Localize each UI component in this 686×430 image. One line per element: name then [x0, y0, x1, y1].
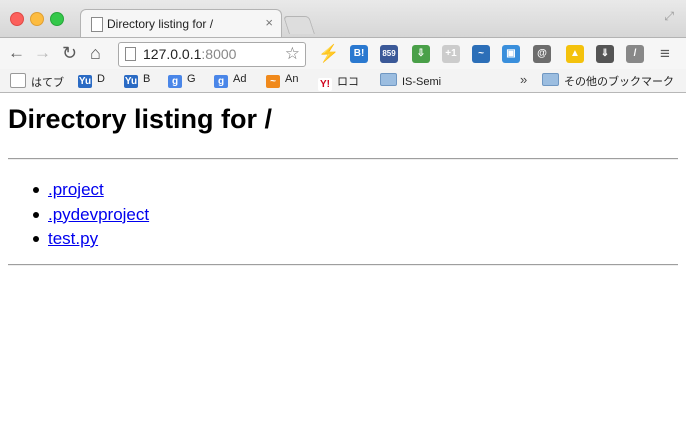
bookmark-an[interactable]: ~ An	[266, 73, 298, 88]
lightning-extension-icon[interactable]: ⚡	[318, 45, 339, 63]
google-icon: g	[214, 75, 228, 88]
download-extension-icon[interactable]: ⇩	[412, 45, 430, 63]
facebook-like-extension-icon[interactable]: 859	[380, 45, 398, 63]
bookmark-ad[interactable]: g Ad	[214, 73, 246, 88]
reload-button[interactable]: ↻	[62, 42, 77, 64]
browser-tab[interactable]: Directory listing for / ×	[80, 9, 282, 38]
back-button[interactable]: ←	[8, 42, 25, 64]
minimize-window-button[interactable]	[30, 12, 44, 26]
new-tab-button[interactable]	[283, 16, 315, 34]
list-item: .project	[32, 178, 149, 203]
page-icon	[91, 17, 103, 32]
address-url: 127.0.0.1:8000	[143, 46, 237, 62]
file-link-pydevproject[interactable]: .pydevproject	[48, 205, 149, 224]
home-button[interactable]: ⌂	[90, 42, 101, 64]
file-link-project[interactable]: .project	[48, 180, 104, 199]
file-link-test-py[interactable]: test.py	[48, 229, 98, 248]
list-item: test.py	[32, 227, 149, 252]
fullscreen-icon[interactable]: ⤢	[664, 9, 674, 24]
file-list: .project .pydevproject test.py	[32, 178, 149, 252]
folder-icon	[542, 73, 559, 86]
title-bar: Directory listing for / × ⤢	[0, 0, 686, 38]
more-bookmarks-icon[interactable]: »	[520, 72, 527, 87]
plus-one-extension-icon[interactable]: +1	[442, 45, 460, 63]
list-item: .pydevproject	[32, 203, 149, 228]
bookmark-star-icon[interactable]: ☆	[285, 44, 300, 64]
chart-extension-icon[interactable]: ~	[472, 45, 490, 63]
bookmark-loco[interactable]: Y! ロコ	[318, 73, 359, 91]
folder-icon	[380, 73, 397, 86]
close-window-button[interactable]	[10, 12, 24, 26]
analytics-icon: ~	[266, 75, 280, 88]
zoom-window-button[interactable]	[50, 12, 64, 26]
other-bookmarks-folder[interactable]: その他のブックマーク	[542, 73, 674, 89]
menu-icon[interactable]: ≡	[660, 43, 670, 65]
page-icon	[10, 73, 26, 88]
forward-button[interactable]: →	[34, 42, 51, 64]
close-tab-icon[interactable]: ×	[265, 15, 273, 30]
page-icon	[125, 47, 136, 61]
bookmark-b[interactable]: Yu B	[124, 73, 150, 88]
address-bar[interactable]: 127.0.0.1:8000 ☆	[118, 42, 306, 67]
bookmark-folder-is-semi[interactable]: IS-Semi	[380, 73, 441, 88]
bookmarks-bar: はてブ Yu D Yu B gG g Ad ~ An Y! ロコ IS-Semi » その…	[0, 69, 686, 93]
yu-icon: Yu	[124, 75, 138, 88]
divider	[8, 158, 678, 160]
mail-extension-icon[interactable]: @	[533, 45, 551, 63]
eyedropper-extension-icon[interactable]: /	[626, 45, 644, 63]
google-icon: g	[168, 75, 182, 88]
screenshot-extension-icon[interactable]: ▣	[502, 45, 520, 63]
page-title: Directory listing for /	[8, 104, 273, 134]
bookmark-g[interactable]: gG	[168, 73, 196, 88]
sort-download-extension-icon[interactable]: ⇓	[596, 45, 614, 63]
drive-extension-icon[interactable]: ▲	[566, 45, 584, 63]
yahoo-icon: Y!	[318, 78, 332, 91]
bookmark-hatebu[interactable]: はてブ	[10, 73, 64, 90]
yu-icon: Yu	[78, 75, 92, 88]
hatena-bookmark-extension-icon[interactable]: B!	[350, 45, 368, 63]
tab-title: Directory listing for /	[107, 17, 214, 31]
divider	[8, 264, 678, 266]
browser-toolbar: ← → ↻ ⌂ 127.0.0.1:8000 ☆ ⚡ B! 859 ⇩ +1 ~…	[0, 37, 686, 70]
bookmark-d[interactable]: Yu D	[78, 73, 105, 88]
